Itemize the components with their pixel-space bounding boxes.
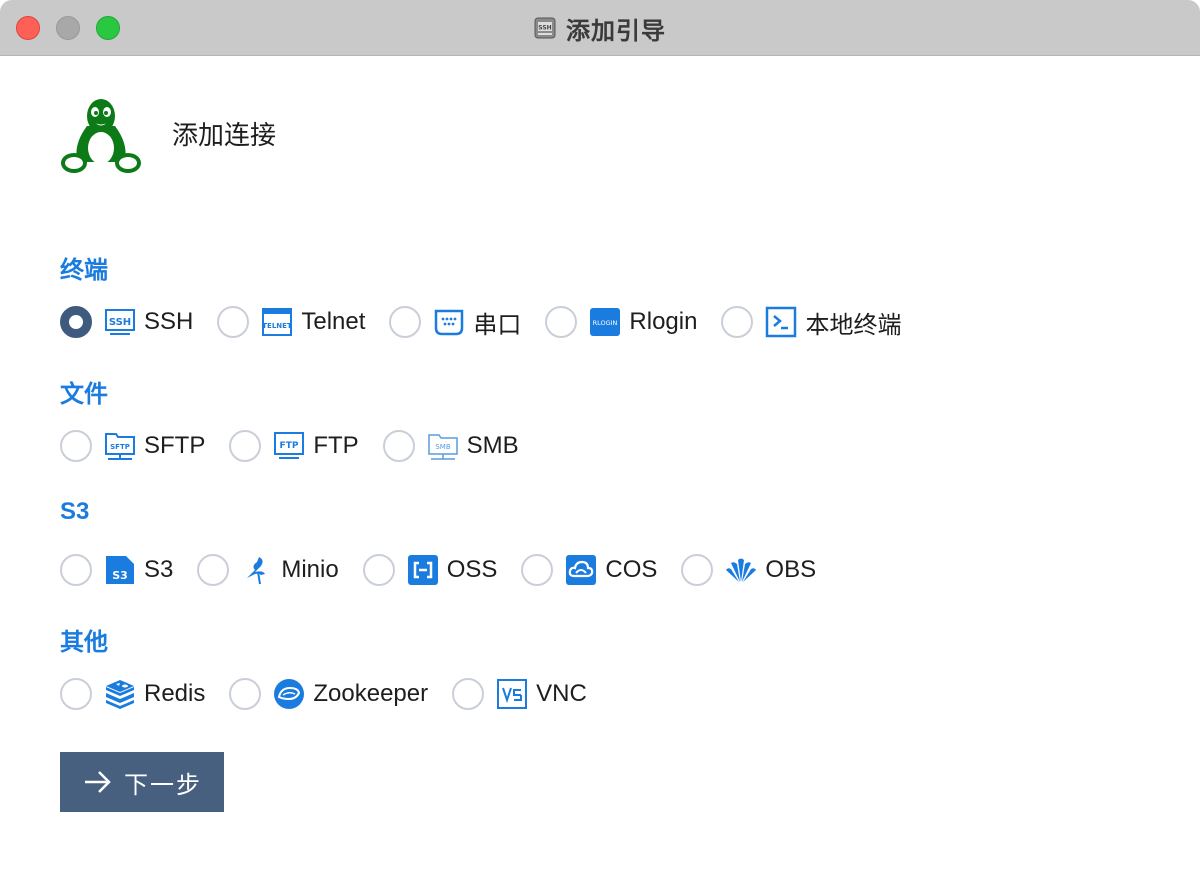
svg-text:TELNET: TELNET <box>263 322 293 330</box>
page-header: 添加连接 <box>60 96 276 176</box>
svg-text:SFTP: SFTP <box>110 443 130 451</box>
option-serial[interactable]: 串口 <box>389 305 521 340</box>
svg-text:SSH: SSH <box>538 25 551 32</box>
radio-oss[interactable] <box>362 554 395 586</box>
option-label: VNC <box>536 680 587 707</box>
section-title-s3: S3 <box>60 498 90 525</box>
add-wizard-window: SSH 添加引导 添加连接 终端 SSH SSH TELNET Telnet 串… <box>0 0 1200 896</box>
option-label: SMB <box>466 432 519 459</box>
option-label: Telnet <box>301 308 366 335</box>
option-label: SFTP <box>144 432 206 459</box>
other-options: Redis Zookeeper VNC <box>60 676 611 712</box>
option-label: OSS <box>446 556 498 583</box>
page-title: 添加连接 <box>172 119 277 150</box>
option-local-terminal[interactable]: 本地终端 <box>721 305 901 340</box>
s3-icon: S3 <box>106 556 134 584</box>
option-cos[interactable]: COS <box>521 554 657 586</box>
sftp-icon: SFTP <box>105 433 135 460</box>
terminal-icon <box>766 306 797 338</box>
svg-text:RLOGIN: RLOGIN <box>593 319 618 327</box>
radio-smb[interactable] <box>382 430 415 462</box>
radio-vnc[interactable] <box>452 678 485 710</box>
option-label: SSH <box>144 308 194 335</box>
option-sftp[interactable]: SFTP SFTP <box>60 430 205 462</box>
radio-local-terminal[interactable] <box>721 306 754 338</box>
window-title-group: SSH 添加引导 <box>0 0 1200 56</box>
radio-rlogin[interactable] <box>545 306 578 338</box>
radio-ftp[interactable] <box>229 430 262 462</box>
ftp-icon: FTP <box>274 432 305 459</box>
radio-minio[interactable] <box>197 554 230 586</box>
window-title: 添加引导 <box>566 17 666 45</box>
option-smb[interactable]: SMB SMB <box>382 430 519 462</box>
option-vnc[interactable]: VNC <box>452 678 587 710</box>
radio-redis[interactable] <box>60 678 92 710</box>
option-label: Minio <box>281 556 339 583</box>
minio-icon <box>247 557 266 585</box>
option-label: Rlogin <box>629 308 698 335</box>
section-title-terminal: 终端 <box>60 257 108 284</box>
svg-text:SMB: SMB <box>435 443 450 451</box>
ssh-icon: SSH <box>105 309 135 335</box>
rlogin-icon: RLOGIN <box>590 308 621 336</box>
redis-icon <box>106 680 134 709</box>
svg-text:FTP: FTP <box>280 441 299 451</box>
obs-icon <box>726 558 757 582</box>
option-label: COS <box>605 556 658 583</box>
radio-s3[interactable] <box>60 554 92 586</box>
radio-sftp[interactable] <box>60 430 92 462</box>
arrow-right-icon <box>85 771 111 793</box>
option-zookeeper[interactable]: Zookeeper <box>229 678 428 710</box>
title-bar[interactable]: SSH 添加引导 <box>0 0 1200 56</box>
radio-cos[interactable] <box>521 554 554 586</box>
telnet-icon: TELNET <box>262 308 293 336</box>
option-label: S3 <box>144 556 174 583</box>
next-button[interactable]: 下一步 <box>60 752 224 812</box>
option-rlogin[interactable]: RLOGIN Rlogin <box>545 306 697 338</box>
svg-text:S3: S3 <box>112 569 128 582</box>
option-label: Redis <box>144 680 206 707</box>
option-label: OBS <box>765 556 817 583</box>
option-redis[interactable]: Redis <box>60 678 205 710</box>
cos-icon <box>566 555 597 585</box>
ssh-icon: SSH <box>534 17 556 39</box>
oss-icon <box>407 555 438 585</box>
radio-zookeeper[interactable] <box>229 678 262 710</box>
option-label: 本地终端 <box>805 311 902 339</box>
radio-obs[interactable] <box>681 554 714 586</box>
option-minio[interactable]: Minio <box>197 554 339 586</box>
option-label: FTP <box>313 432 359 459</box>
terminal-options: SSH SSH TELNET Telnet 串口 RLOGIN Rlogin 本… <box>60 304 925 340</box>
next-button-label: 下一步 <box>124 771 202 799</box>
option-ftp[interactable]: FTP FTP <box>229 430 359 462</box>
smb-icon: SMB <box>427 434 458 460</box>
tux-icon <box>61 99 141 173</box>
option-ssh[interactable]: SSH SSH <box>60 306 193 338</box>
option-obs[interactable]: OBS <box>681 554 816 586</box>
radio-serial[interactable] <box>389 306 422 338</box>
section-title-file: 文件 <box>60 381 108 408</box>
radio-telnet[interactable] <box>217 306 250 338</box>
file-options: SFTP SFTP FTP FTP SMB SMB <box>60 428 543 464</box>
svg-text:SSH: SSH <box>109 317 131 328</box>
radio-ssh[interactable] <box>60 306 92 338</box>
option-s3[interactable]: S3 S3 <box>60 554 173 586</box>
option-label: 串口 <box>473 311 522 339</box>
option-label: Zookeeper <box>313 680 429 707</box>
option-telnet[interactable]: TELNET Telnet <box>217 306 365 338</box>
vnc-icon <box>497 679 528 709</box>
section-title-other: 其他 <box>60 629 108 656</box>
serial-icon <box>435 309 464 336</box>
option-oss[interactable]: OSS <box>362 554 498 586</box>
zookeeper-icon <box>274 679 305 709</box>
s3-options: S3 S3 Minio OSS COS OBS <box>60 552 840 588</box>
